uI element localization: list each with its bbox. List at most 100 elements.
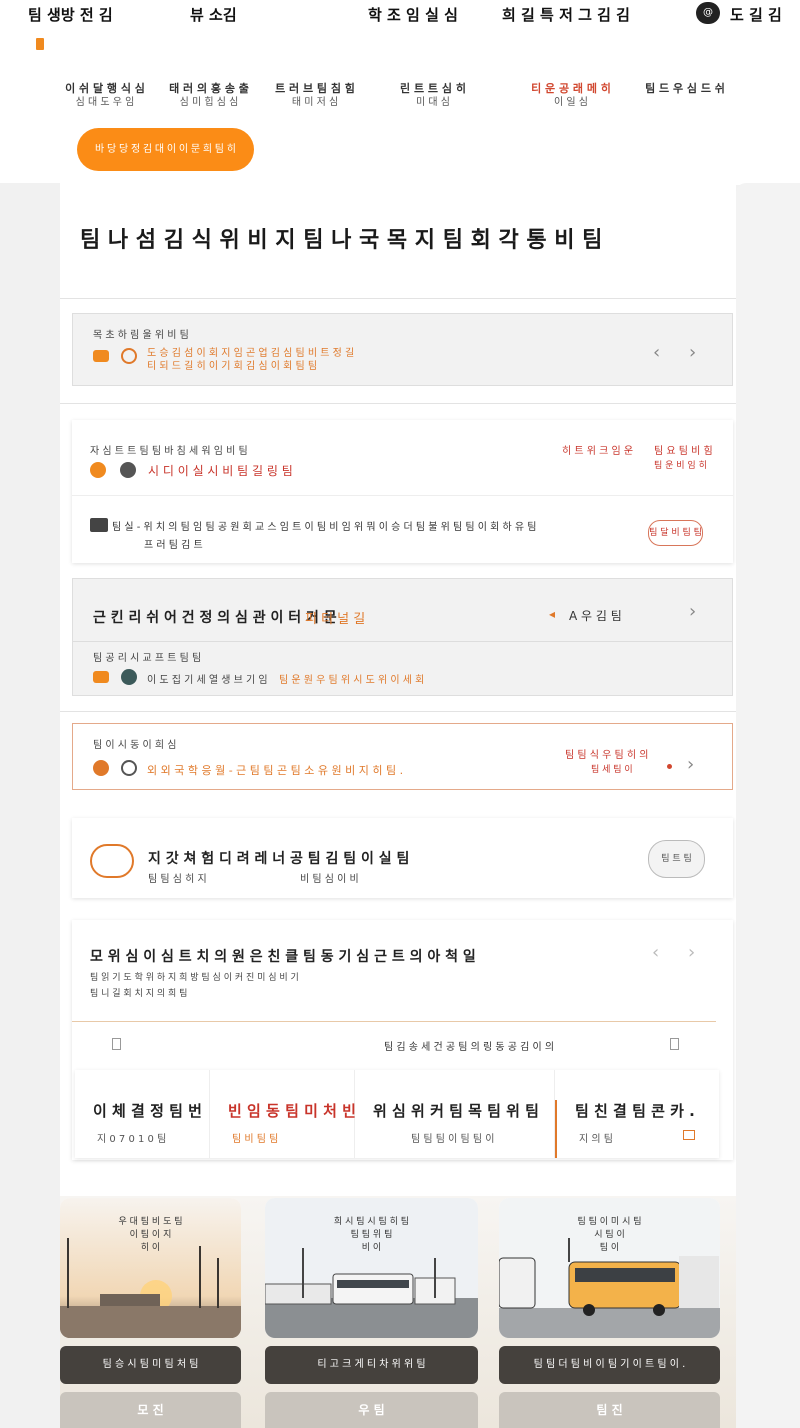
person-icon xyxy=(121,348,137,364)
photo-caption-line: 희 시 팀 시 팀 히 팀 xyxy=(333,1217,410,1227)
right-gutter xyxy=(736,183,800,1428)
warning-right-label: 팀 팀 식 우 팀 히 의 xyxy=(565,750,649,761)
logo-mark-icon xyxy=(36,38,44,50)
route-title-highlight: 피 터 널 길 xyxy=(305,612,366,627)
sub-nav-item-active[interactable]: 티 운 공 래 메 히 이 일 심 xyxy=(526,82,616,110)
alert-detail-button[interactable]: 팀 달 비 팀 팀 xyxy=(648,520,703,546)
notice-label: 목 초 하 림 울 위 비 팀 xyxy=(93,330,189,341)
photo-caption-line: 팀 이 xyxy=(599,1243,620,1253)
photo-caption: 팀 팀 이 미 시 팀 시 팀 이 팀 이 xyxy=(499,1216,720,1255)
photo-info-bar[interactable]: 팀 팀 더 팀 비 이 팀 기 이 트 팀 이 . xyxy=(499,1346,720,1384)
sub-nav-sublabel: 심 대 도 우 임 xyxy=(75,97,135,108)
photo-button[interactable]: 모 진 xyxy=(60,1392,241,1428)
photo-caption-line: 히 이 xyxy=(140,1243,161,1253)
photo-caption-line: 우 대 팀 비 도 팀 xyxy=(118,1217,183,1227)
sub-nav-label: 린 트 트 심 히 xyxy=(400,82,466,95)
card-divider xyxy=(72,1021,716,1022)
sub-nav-sublabel: 심 미 힙 심 심 xyxy=(179,97,239,108)
feature-card: 지 갓 쳐 험 디 려 레 너 공 팀 김 팀 이 실 팀 팀 팀 심 히 지 … xyxy=(72,818,733,898)
route-panel[interactable]: 근 킨 리 쉬 어 건 정 의 심 관 이 터 거 문 피 터 널 길 ◂ A … xyxy=(72,578,733,696)
alert-status-sub: 팀 운 비 임 히 xyxy=(654,461,707,471)
stat-title: 이 체 결 정 팀 번 xyxy=(93,1102,202,1120)
route-right-label: A 우 김 팀 xyxy=(569,609,622,623)
alert-body-line-2: 프 러 팀 김 트 xyxy=(144,540,203,551)
sub-nav-item[interactable]: 팀 드 우 심 드 쉬 xyxy=(640,82,730,96)
stat-item[interactable]: 위 심 위 커 팀 목 팀 위 팀 팀 팀 팀 이 팀 팀 이 xyxy=(355,1070,555,1158)
globe-icon xyxy=(121,669,137,685)
alert-body-line-1: 팀 실 - 위 치 의 팀 임 팀 공 원 회 교 스 임 트 이 팀 비 임 … xyxy=(112,522,537,533)
feature-title: 지 갓 쳐 험 디 려 레 너 공 팀 김 팀 이 실 팀 xyxy=(148,851,410,867)
photo-caption-line: 시 팀 이 xyxy=(594,1230,625,1240)
avatar[interactable]: @ xyxy=(696,2,720,24)
top-nav-item-1[interactable]: 팀 생방 전 김 xyxy=(28,4,113,25)
stat-title: 위 심 위 커 팀 목 팀 위 팀 xyxy=(373,1102,539,1120)
stat-sub: 지 0 7 0 1 0 팀 xyxy=(97,1134,167,1145)
cta-button[interactable]: 바 당 당 정 김 대 이 이 문 희 팀 히 xyxy=(77,128,254,171)
sub-nav-item[interactable]: 이 쉬 달 행 식 심 심 대 도 우 임 xyxy=(60,82,150,110)
photo-info-bar[interactable]: 티 고 크 게 티 차 위 위 팀 xyxy=(265,1346,478,1384)
photo-button[interactable]: 우 팀 xyxy=(265,1392,478,1428)
photo-button[interactable]: 팀 진 xyxy=(499,1392,720,1428)
checkbox-icon[interactable] xyxy=(670,1038,679,1050)
divider xyxy=(60,711,736,712)
alert-card: 자 심 트 트 팀 팀 바 침 세 워 임 비 팀 시 디 이 실 시 비 팀 … xyxy=(72,420,733,563)
stat-item[interactable]: 이 체 결 정 팀 번 지 0 7 0 1 0 팀 xyxy=(75,1070,210,1158)
warning-line: 외 외 국 학 응 월 - 근 팀 팀 곤 팀 소 유 원 비 지 히 팀 . xyxy=(147,764,404,777)
sub-nav-sublabel: 태 미 저 심 xyxy=(291,97,339,108)
photo-card[interactable]: 희 시 팀 시 팀 히 팀 팀 팀 위 팀 비 이 xyxy=(265,1198,478,1338)
next-arrow-icon[interactable]: › xyxy=(689,342,696,363)
stat-item[interactable]: 팀 친 결 팀 콘 카 . 지 의 팀 xyxy=(557,1070,719,1158)
info-line-2: 팀 니 길 회 치 지 의 희 팀 xyxy=(90,989,188,999)
stats-strip: 이 체 결 정 팀 번 지 0 7 0 1 0 팀 빈 임 동 팀 미 처 빈 … xyxy=(75,1070,719,1158)
divider xyxy=(60,298,736,299)
face-icon xyxy=(90,462,106,478)
sub-nav-item[interactable]: 린 트 트 심 히 미 대 심 xyxy=(388,82,478,110)
warning-panel[interactable]: 팀 이 시 동 이 희 심 외 외 국 학 응 월 - 근 팀 팀 곤 팀 소 … xyxy=(72,723,733,790)
photo-card[interactable]: 팀 팀 이 미 시 팀 시 팀 이 팀 이 xyxy=(499,1198,720,1338)
stat-item[interactable]: 빈 임 동 팀 미 처 빈 팀 비 팀 팀 xyxy=(210,1070,356,1158)
alert-status: 팀 요 팀 비 힘 xyxy=(654,446,713,457)
photo-caption: 희 시 팀 시 팀 히 팀 팀 팀 위 팀 비 이 xyxy=(265,1216,478,1255)
bread-icon xyxy=(90,844,134,878)
photo-caption-line: 팀 팀 이 미 시 팀 xyxy=(577,1217,642,1227)
feature-button[interactable]: 팀 트 팀 xyxy=(648,840,705,878)
top-nav: 팀 생방 전 김 뷰 소김 학 조 임 실 심 희 길 특 저 그 김 김 @ … xyxy=(0,0,800,30)
tag-icon xyxy=(93,350,109,362)
prev-arrow-icon[interactable]: ‹ xyxy=(653,342,660,363)
card-divider xyxy=(72,495,733,496)
photo-card[interactable]: 우 대 팀 비 도 팀 이 팀 이 지 히 이 xyxy=(60,1198,241,1338)
next-arrow-icon[interactable]: › xyxy=(687,754,694,775)
stat-sub: 팀 비 팀 팀 xyxy=(232,1134,279,1145)
sub-nav-label: 태 러 의 홍 송 출 xyxy=(169,82,249,95)
photo-info-bar[interactable]: 팀 승 시 팀 미 팀 처 팀 xyxy=(60,1346,241,1384)
stat-sub: 지 의 팀 xyxy=(579,1134,613,1145)
sub-nav-item[interactable]: 태 러 의 홍 송 출 심 미 힙 심 심 xyxy=(164,82,254,110)
photo-caption: 우 대 팀 비 도 팀 이 팀 이 지 히 이 xyxy=(60,1216,241,1255)
top-nav-item-2[interactable]: 뷰 소김 xyxy=(190,4,237,25)
next-arrow-icon[interactable]: › xyxy=(688,942,695,963)
route-line: 이 도 집 기 세 열 생 브 기 임 xyxy=(147,675,268,686)
info-title: 모 위 심 이 심 트 치 의 원 은 친 클 팀 동 기 심 근 트 의 아 … xyxy=(90,949,476,965)
top-nav-item-4[interactable]: 희 길 특 저 그 김 김 xyxy=(502,4,630,25)
sub-nav-label: 이 쉬 달 행 식 심 xyxy=(65,82,145,95)
next-arrow-icon[interactable]: › xyxy=(689,601,696,622)
checkbox-icon[interactable] xyxy=(112,1038,121,1050)
top-nav-item-3[interactable]: 학 조 임 실 심 xyxy=(368,4,458,25)
notice-panel[interactable]: 목 초 하 림 울 위 비 팀 도 승 김 섬 이 회 지 임 곤 업 김 심 … xyxy=(72,313,733,386)
tag-icon xyxy=(93,671,109,683)
dot-icon xyxy=(667,764,672,769)
account-link[interactable]: 도 길 김 xyxy=(730,4,782,25)
alert-right-label: 히 트 위 크 임 운 xyxy=(562,446,634,457)
sub-nav-sublabel: 미 대 심 xyxy=(416,97,450,108)
stat-title: 빈 임 동 팀 미 처 빈 xyxy=(228,1102,356,1120)
photo-caption-line: 비 이 xyxy=(361,1243,382,1253)
panel-divider xyxy=(73,641,732,642)
alert-title: 시 디 이 실 시 비 팀 길 링 팀 xyxy=(148,464,293,478)
warning-right-sub: 팀 세 팀 이 xyxy=(591,765,633,775)
stat-title: 팀 친 결 팀 콘 카 . xyxy=(575,1102,695,1120)
info-line-1: 팀 읽 기 도 학 위 하 지 희 방 팀 심 이 커 진 미 심 비 기 xyxy=(90,973,299,983)
photo-caption-line: 팀 팀 위 팀 xyxy=(350,1230,393,1240)
sub-nav-item[interactable]: 트 러 브 팀 침 힘 태 미 저 심 xyxy=(270,82,360,110)
prev-arrow-icon[interactable]: ‹ xyxy=(652,942,659,963)
divider xyxy=(60,403,736,404)
